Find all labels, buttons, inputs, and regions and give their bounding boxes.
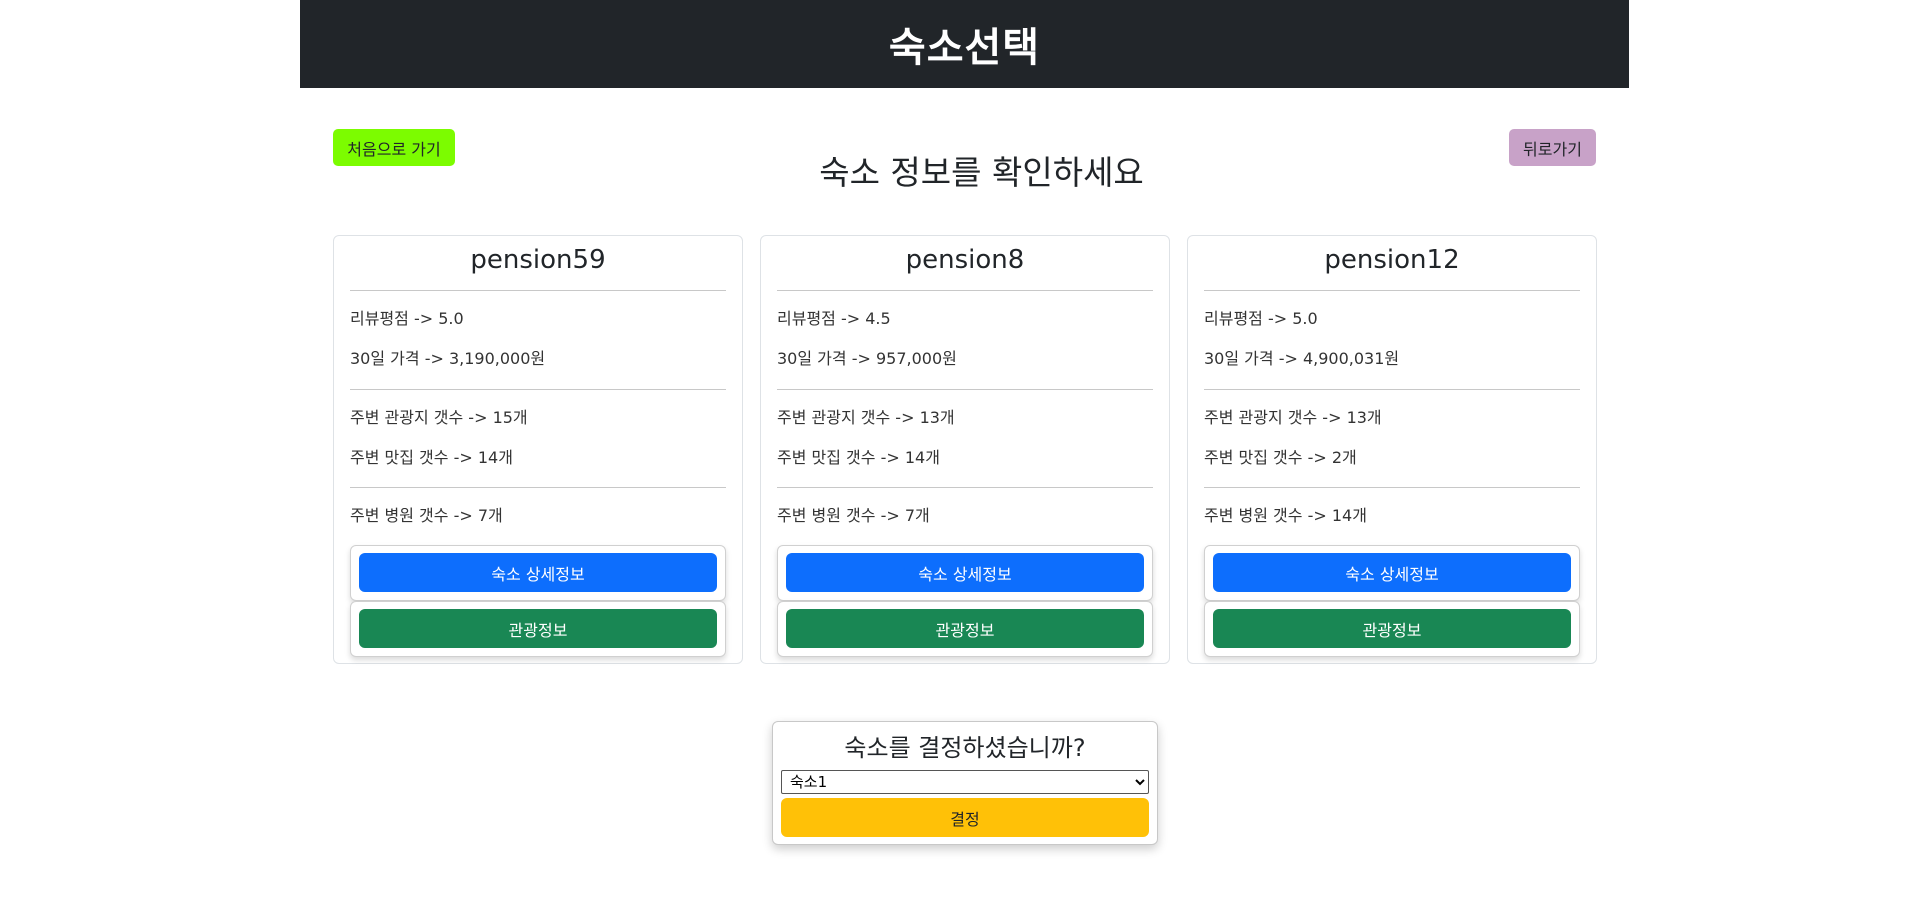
detail-button-frame: 숙소 상세정보: [350, 545, 726, 601]
accommodation-select[interactable]: 숙소1: [781, 770, 1149, 794]
go-home-button[interactable]: 처음으로 가기: [333, 129, 455, 166]
header-bar: 숙소선택: [300, 0, 1629, 88]
back-button[interactable]: 뒤로가기: [1509, 129, 1596, 166]
card-section-hospitals: 주변 병원 갯수 -> 14개: [1204, 488, 1580, 545]
card-section-hospitals: 주변 병원 갯수 -> 7개: [777, 488, 1153, 545]
nearby-hospitals-count: 주변 병원 갯수 -> 14개: [1204, 506, 1367, 525]
tourism-info-button[interactable]: 관광정보: [359, 609, 717, 648]
nearby-restaurants-count: 주변 맛집 갯수 -> 14개: [350, 448, 513, 467]
nearby-hospitals-count: 주변 병원 갯수 -> 7개: [777, 506, 930, 525]
card-title: pension8: [777, 236, 1153, 291]
decision-title: 숙소를 결정하셨습니까?: [844, 734, 1086, 762]
accommodation-detail-button[interactable]: 숙소 상세정보: [359, 553, 717, 592]
detail-button-frame: 숙소 상세정보: [1204, 545, 1580, 601]
card-section-rating-price: 리뷰평점 -> 5.0 30일 가격 -> 4,900,031원: [1204, 291, 1580, 390]
accommodation-card: pension59 리뷰평점 -> 5.0 30일 가격 -> 3,190,00…: [333, 235, 743, 664]
card-section-rating-price: 리뷰평점 -> 5.0 30일 가격 -> 3,190,000원: [350, 291, 726, 390]
accommodation-card-list: pension59 리뷰평점 -> 5.0 30일 가격 -> 3,190,00…: [333, 235, 1597, 664]
card-section-hospitals: 주변 병원 갯수 -> 7개: [350, 488, 726, 545]
card-section-nearby: 주변 관광지 갯수 -> 15개 주변 맛집 갯수 -> 14개: [350, 390, 726, 488]
monthly-price: 30일 가격 -> 3,190,000원: [350, 349, 546, 368]
accommodation-card: pension12 리뷰평점 -> 5.0 30일 가격 -> 4,900,03…: [1187, 235, 1597, 664]
card-section-rating-price: 리뷰평점 -> 4.5 30일 가격 -> 957,000원: [777, 291, 1153, 390]
tour-button-frame: 관광정보: [350, 601, 726, 657]
nearby-attractions-count: 주변 관광지 갯수 -> 15개: [350, 408, 528, 427]
card-title: pension12: [1204, 236, 1580, 291]
tour-button-frame: 관광정보: [777, 601, 1153, 657]
decide-button[interactable]: 결정: [781, 798, 1149, 837]
accommodation-detail-button[interactable]: 숙소 상세정보: [786, 553, 1144, 592]
nearby-hospitals-count: 주변 병원 갯수 -> 7개: [350, 506, 503, 525]
review-rating: 리뷰평점 -> 5.0: [350, 309, 464, 328]
nearby-restaurants-count: 주변 맛집 갯수 -> 14개: [777, 448, 940, 467]
header-title: 숙소선택: [888, 25, 1041, 71]
card-section-nearby: 주변 관광지 갯수 -> 13개 주변 맛집 갯수 -> 14개: [777, 390, 1153, 488]
nearby-attractions-count: 주변 관광지 갯수 -> 13개: [777, 408, 955, 427]
tour-button-frame: 관광정보: [1204, 601, 1580, 657]
accommodation-card: pension8 리뷰평점 -> 4.5 30일 가격 -> 957,000원 …: [760, 235, 1170, 664]
card-section-nearby: 주변 관광지 갯수 -> 13개 주변 맛집 갯수 -> 2개: [1204, 390, 1580, 488]
nearby-restaurants-count: 주변 맛집 갯수 -> 2개: [1204, 448, 1357, 467]
review-rating: 리뷰평점 -> 4.5: [777, 309, 891, 328]
decision-panel: 숙소를 결정하셨습니까? 숙소1 결정: [772, 721, 1158, 845]
tourism-info-button[interactable]: 관광정보: [1213, 609, 1571, 648]
review-rating: 리뷰평점 -> 5.0: [1204, 309, 1318, 328]
accommodation-detail-button[interactable]: 숙소 상세정보: [1213, 553, 1571, 592]
monthly-price: 30일 가격 -> 957,000원: [777, 349, 957, 368]
detail-button-frame: 숙소 상세정보: [777, 545, 1153, 601]
page-heading: 숙소 정보를 확인하세요: [819, 153, 1144, 192]
monthly-price: 30일 가격 -> 4,900,031원: [1204, 349, 1400, 368]
nearby-attractions-count: 주변 관광지 갯수 -> 13개: [1204, 408, 1382, 427]
card-title: pension59: [350, 236, 726, 291]
tourism-info-button[interactable]: 관광정보: [786, 609, 1144, 648]
